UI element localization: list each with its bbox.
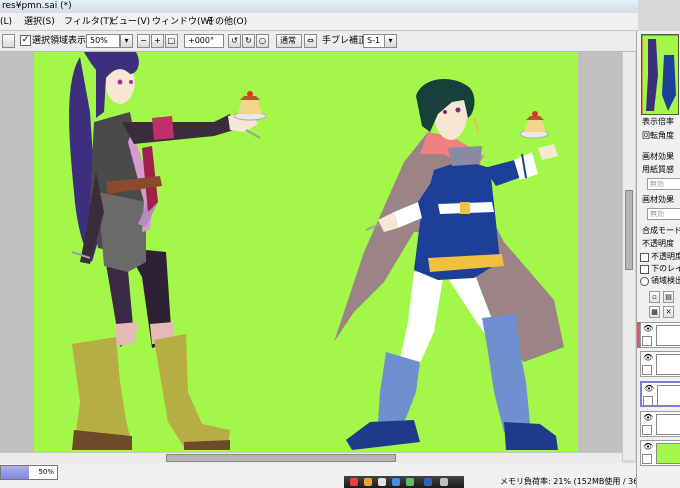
navigator-thumbnail[interactable] (641, 34, 679, 115)
clip-label: 下のレイヤーでクリッピング (651, 264, 680, 273)
protect-opacity-label: 不透明度保護 (651, 252, 680, 261)
blend-mode-label: 合成モード (642, 226, 680, 235)
vertical-scroll-thumb[interactable] (625, 190, 633, 270)
navigator-preview (642, 35, 678, 114)
texture-section-label: 画材効果 (642, 152, 674, 161)
vertical-scrollbar[interactable] (622, 52, 635, 460)
canvas-artwork (69, 52, 564, 450)
taskbar-strip (344, 476, 464, 488)
progress-label: 50% (38, 468, 54, 476)
visibility-eye-icon[interactable]: 👁 (644, 385, 654, 393)
zoom-select[interactable]: 50% (86, 34, 120, 48)
menu-view[interactable]: ビュー(V) (110, 13, 150, 31)
copy-layer-icon[interactable]: ▦ (649, 306, 660, 318)
blend-mode-button[interactable]: 通常 (276, 34, 302, 48)
rotation-select[interactable]: +000° (184, 34, 224, 48)
window-title: res¥pmn.sai (*) (2, 1, 72, 11)
taskbar-app-icon[interactable] (350, 478, 358, 486)
active-layer-marker (637, 322, 640, 348)
menu-window[interactable]: ウィンドウ(W) (152, 13, 213, 31)
right-character (334, 78, 564, 450)
taskbar-app-icon[interactable] (392, 478, 400, 486)
paper-texture-select[interactable]: 無効 (647, 178, 680, 190)
delete-layer-icon[interactable]: ✕ (663, 306, 674, 318)
rotate-right-icon[interactable]: ↻ (242, 34, 255, 48)
layer-lock-box[interactable] (642, 425, 652, 435)
effect-label: 画材効果 (642, 195, 674, 204)
zoom-label: 表示倍率 (642, 117, 674, 126)
layer-item[interactable]: 👁 (640, 351, 680, 377)
layer-thumbnail (656, 325, 680, 346)
horizontal-scroll-thumb[interactable] (166, 454, 396, 462)
rotate-reset-icon[interactable]: ○ (256, 34, 269, 48)
taskbar-app-icon[interactable] (406, 478, 414, 486)
zoom-dropdown-icon[interactable]: ▾ (120, 34, 133, 48)
zoom-in-icon[interactable]: + (151, 34, 164, 48)
flip-horizontal-icon[interactable]: ⇔ (304, 34, 317, 48)
menu-layer[interactable]: (L) (0, 13, 12, 31)
layer-item-selected[interactable]: 👁 (640, 381, 680, 407)
layer-item[interactable]: 👁 (640, 411, 680, 437)
selection-display-label: 選択領域表示 (32, 36, 87, 46)
menu-bar: (L) 選択(S) フィルタ(T) ビュー(V) ウィンドウ(W) その他(O) (0, 13, 638, 31)
layer-lock-box[interactable] (643, 396, 653, 406)
drawing-canvas[interactable] (34, 52, 578, 452)
taskbar-app-icon[interactable] (440, 478, 448, 486)
right-panel: 表示倍率 回転角度 画材効果 用紙質感 無効 画材効果 無効 合成モード 不透明… (636, 31, 680, 488)
stabilizer-dropdown-icon[interactable]: ▾ (384, 34, 397, 48)
detect-source-radio[interactable] (640, 277, 649, 286)
effect-select[interactable]: 無効 (647, 208, 680, 220)
layer-thumbnail (657, 385, 680, 406)
workspace (0, 52, 622, 452)
horizontal-scrollbar[interactable] (0, 452, 622, 463)
visibility-eye-icon[interactable]: 👁 (643, 443, 653, 451)
menu-other[interactable]: その他(O) (206, 13, 247, 31)
layer-thumbnail (656, 443, 680, 464)
rotate-left-icon[interactable]: ↺ (228, 34, 241, 48)
toolbar-grip-button[interactable] (2, 34, 15, 48)
new-layer-icon[interactable]: ▫ (649, 291, 660, 303)
title-bar: res¥pmn.sai (*) (0, 0, 638, 13)
zoom-out-icon[interactable]: − (137, 34, 150, 48)
taskbar-app-icon[interactable] (378, 478, 386, 486)
visibility-eye-icon[interactable]: 👁 (643, 325, 653, 333)
layer-item-background[interactable]: 👁 (640, 440, 680, 466)
rotate-label: 回転角度 (642, 131, 674, 140)
taskbar-app-icon[interactable] (424, 478, 432, 486)
left-character (69, 52, 267, 450)
clip-checkbox[interactable] (640, 265, 649, 274)
layer-thumbnail (656, 414, 680, 435)
paper-texture-label: 用紙質感 (642, 165, 674, 174)
layer-lock-box[interactable] (642, 336, 652, 346)
menu-select[interactable]: 選択(S) (24, 13, 55, 31)
visibility-eye-icon[interactable]: 👁 (643, 354, 653, 362)
stabilizer-label: 手ブレ補正 (322, 36, 368, 46)
selection-display-checkbox[interactable]: ✓ (20, 35, 31, 46)
toolbar: ✓ 選択領域表示 50% ▾ − + □ +000° ↺ ↻ ○ 通常 ⇔ 手ブ… (0, 31, 638, 52)
new-folder-icon[interactable]: ▤ (663, 291, 674, 303)
visibility-eye-icon[interactable]: 👁 (643, 414, 653, 422)
progress-bar: 50% (0, 465, 58, 480)
layer-lock-box[interactable] (642, 454, 652, 464)
detect-source-label: 領域検出元に指定 (651, 276, 680, 285)
stabilizer-select[interactable]: S-1 (363, 34, 385, 48)
taskbar-app-icon[interactable] (364, 478, 372, 486)
zoom-reset-icon[interactable]: □ (165, 34, 178, 48)
menu-filter[interactable]: フィルタ(T) (64, 13, 112, 31)
opacity-label: 不透明度 (642, 239, 674, 248)
progress-fill (1, 466, 29, 479)
layer-lock-box[interactable] (642, 365, 652, 375)
layer-thumbnail (656, 354, 680, 375)
protect-opacity-checkbox[interactable] (640, 253, 649, 262)
layer-item[interactable]: 👁 (640, 322, 680, 348)
